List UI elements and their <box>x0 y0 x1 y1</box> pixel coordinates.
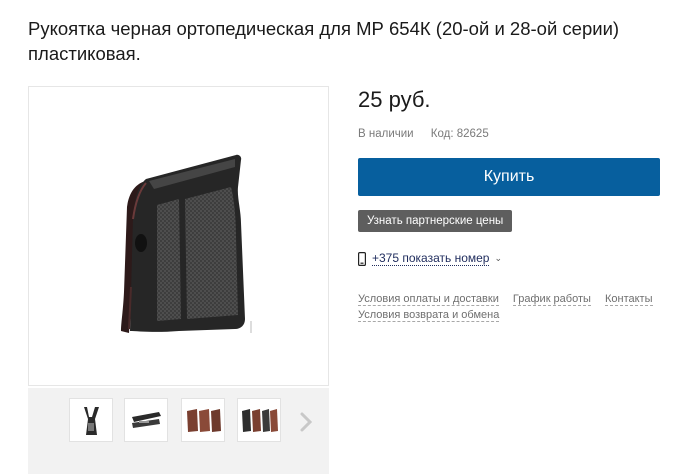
product-main-image[interactable] <box>28 86 329 386</box>
phone-reveal[interactable]: +375 показать номер ⌄ <box>358 251 502 266</box>
chevron-right-icon[interactable] <box>298 410 314 434</box>
thumbnail-mixed-grips-image <box>242 409 278 432</box>
product-title: Рукоятка черная ортопедическая для МР 65… <box>28 16 668 66</box>
payment-delivery-link[interactable]: Условия оплаты и доставки <box>358 293 499 306</box>
buy-button[interactable]: Купить <box>358 158 660 196</box>
product-price: 25 руб. <box>358 87 431 112</box>
product-code: Код: 82625 <box>430 128 489 140</box>
thumbnail-grip-parts-image <box>132 412 161 428</box>
chevron-down-icon: ⌄ <box>494 253 503 263</box>
partner-prices-button[interactable]: Узнать партнерские цены <box>358 210 513 232</box>
availability-status: В наличии <box>358 128 414 140</box>
show-phone-link[interactable]: +375 показать номер <box>372 251 490 266</box>
thumbnail-2[interactable] <box>124 398 168 442</box>
info-links: Условия оплаты и доставки График работы … <box>358 291 668 323</box>
product-title-line-1: Рукоятка черная ортопедическая для МР 65… <box>28 18 620 39</box>
thumbnail-strip <box>28 388 329 474</box>
schedule-link[interactable]: График работы <box>512 293 591 306</box>
thumbnail-4[interactable] <box>237 398 281 442</box>
thumbnail-3[interactable] <box>181 398 225 442</box>
mobile-phone-icon <box>358 251 366 266</box>
returns-link[interactable]: Условия возврата и обмена <box>358 309 500 322</box>
contacts-link[interactable]: Контакты <box>604 293 653 306</box>
stock-info: В наличии Код: 82625 <box>358 128 489 140</box>
thumbnail-1[interactable] <box>69 398 113 442</box>
thumbnail-brown-grips-image <box>187 409 221 432</box>
product-title-line-2: пластиковая. <box>28 43 141 64</box>
thumbnail-grip-frame-image <box>84 407 99 435</box>
pistol-grip-illustration <box>121 154 252 333</box>
